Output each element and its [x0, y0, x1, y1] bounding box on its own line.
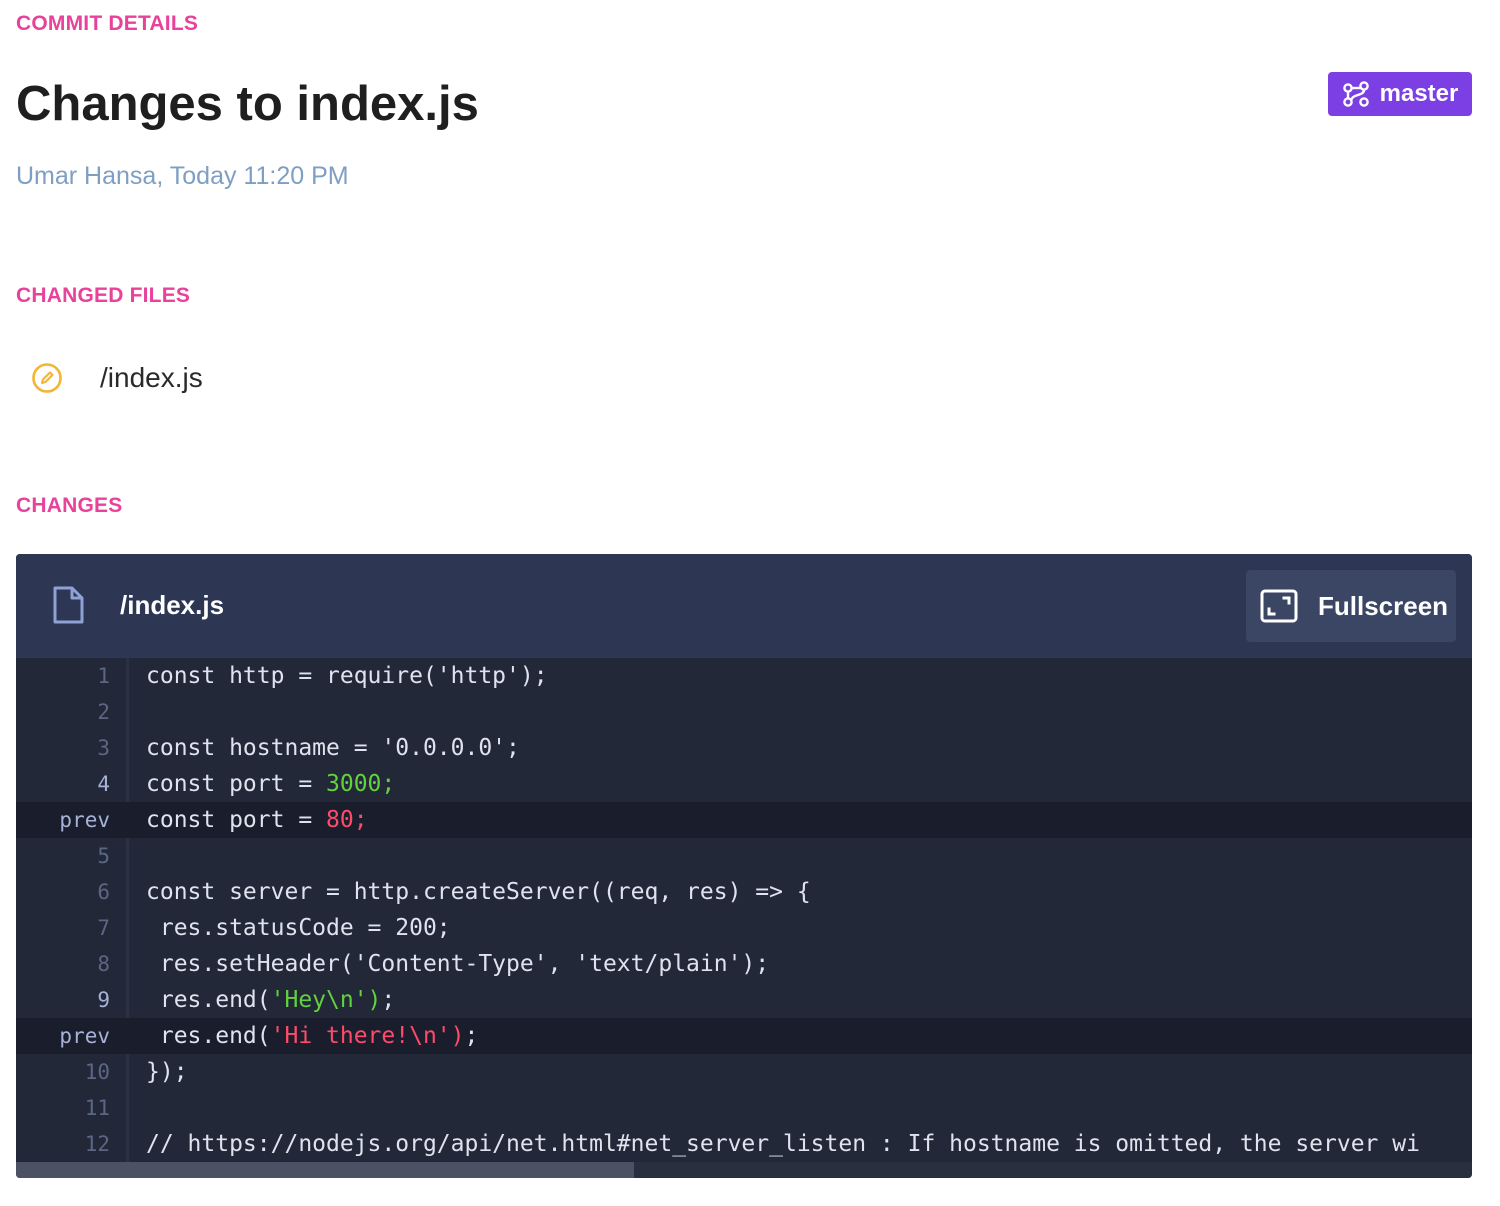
code-token: const hostname = '0.0.0.0'; [146, 735, 520, 761]
horizontal-scrollbar-thumb[interactable] [16, 1162, 634, 1178]
code-token: ; [464, 1023, 479, 1049]
code-token: 'Hi there!\n') [270, 1023, 465, 1049]
line-text: const port = 3000; [146, 771, 395, 797]
code-line: 1 const http = require('http'); [16, 658, 1472, 694]
line-number: 2 [97, 700, 110, 724]
code-token: ; [381, 987, 396, 1013]
section-label-changes: CHANGES [16, 494, 123, 517]
line-text: const port = 80; [146, 807, 368, 833]
line-number: 7 [97, 916, 110, 940]
changed-file-name[interactable]: /index.js [100, 362, 203, 394]
branch-button[interactable]: master [1328, 72, 1472, 116]
code-viewer-filename: /index.js [120, 590, 225, 620]
code-token: 80; [326, 807, 368, 833]
code-token: res.end( [146, 987, 271, 1013]
code-line: 3 const hostname = '0.0.0.0'; [16, 730, 1472, 766]
code-token: 3000; [326, 771, 396, 797]
fullscreen-button[interactable]: Fullscreen [1246, 570, 1456, 642]
commit-meta: Umar Hansa, Today 11:20 PM [16, 162, 349, 190]
code-token: }); [146, 1059, 188, 1085]
line-text: res.statusCode = 200; [146, 915, 451, 941]
line-number: prev [59, 808, 110, 832]
line-number: 8 [97, 952, 110, 976]
line-text: // https://nodejs.org/api/net.html#net_s… [146, 1131, 1420, 1157]
code-token: // https://nodejs.org/api/net.html#net_s… [146, 1131, 1420, 1157]
code-line: 11 [16, 1090, 1472, 1126]
page-title: Changes to index.js [16, 77, 479, 131]
code-viewer: /index.js Fullscreen 1 const http = requi… [16, 554, 1472, 1178]
line-number: 5 [97, 844, 110, 868]
code-line: 7 res.statusCode = 200; [16, 910, 1472, 946]
line-text: }); [146, 1059, 188, 1085]
code-token: const port = [146, 807, 327, 833]
code-token: res.end( [146, 1023, 271, 1049]
section-label-changed-files: CHANGED FILES [16, 284, 191, 307]
fullscreen-icon [1260, 589, 1298, 623]
line-text: res.end('Hey\n'); [146, 987, 395, 1013]
line-text: const http = require('http'); [146, 663, 548, 689]
code-line-previous: prev const port = 80; [16, 802, 1472, 838]
line-number: 11 [84, 1096, 110, 1120]
line-text: res.setHeader('Content-Type', 'text/plai… [146, 951, 769, 977]
changed-file-item[interactable]: /index.js [30, 358, 203, 398]
code-line: 4 const port = 3000; [16, 766, 1472, 802]
code-line: 6 const server = http.createServer((req, … [16, 874, 1472, 910]
code-token: 'Hey\n') [270, 987, 382, 1013]
fullscreen-label: Fullscreen [1318, 590, 1449, 621]
code-line: 12 // https://nodejs.org/api/net.html#net… [16, 1126, 1472, 1162]
code-token: const server = http.createServer((req, r… [146, 879, 811, 905]
code-viewer-header: /index.js Fullscreen [16, 554, 1472, 658]
code-line: 10}); [16, 1054, 1472, 1090]
line-text: const hostname = '0.0.0.0'; [146, 735, 520, 761]
code-token: res.setHeader('Content-Type', 'text/plai… [146, 951, 770, 977]
edit-icon [30, 361, 64, 395]
code-line: 2 [16, 694, 1472, 730]
line-number: 4 [97, 772, 110, 796]
code-line: 5 [16, 838, 1472, 874]
code-token: const http = require('http'); [146, 663, 548, 689]
code-body: 1 const http = require('http'); 2 3 const ho… [16, 658, 1472, 1162]
code-line: 8 res.setHeader('Content-Type', 'text/pl… [16, 946, 1472, 982]
code-line-previous: prev res.end('Hi there!\n'); [16, 1018, 1472, 1054]
branch-icon [1342, 81, 1369, 107]
line-text: res.end('Hi there!\n'); [146, 1023, 479, 1049]
line-number: 12 [84, 1132, 110, 1156]
line-number: 6 [97, 880, 110, 904]
code-line: 9 res.end('Hey\n'); [16, 982, 1472, 1018]
branch-label: master [1379, 80, 1459, 107]
document-icon [53, 586, 84, 624]
code-token: res.statusCode = 200; [146, 915, 451, 941]
line-number: 1 [97, 664, 110, 688]
line-number: prev [59, 1024, 110, 1048]
line-number: 10 [84, 1060, 110, 1084]
code-token: const port = [146, 771, 327, 797]
line-text: const server = http.createServer((req, r… [146, 879, 811, 905]
line-number: 9 [97, 988, 110, 1012]
line-number: 3 [97, 736, 110, 760]
section-label-commit-details: COMMIT DETAILS [16, 12, 199, 35]
